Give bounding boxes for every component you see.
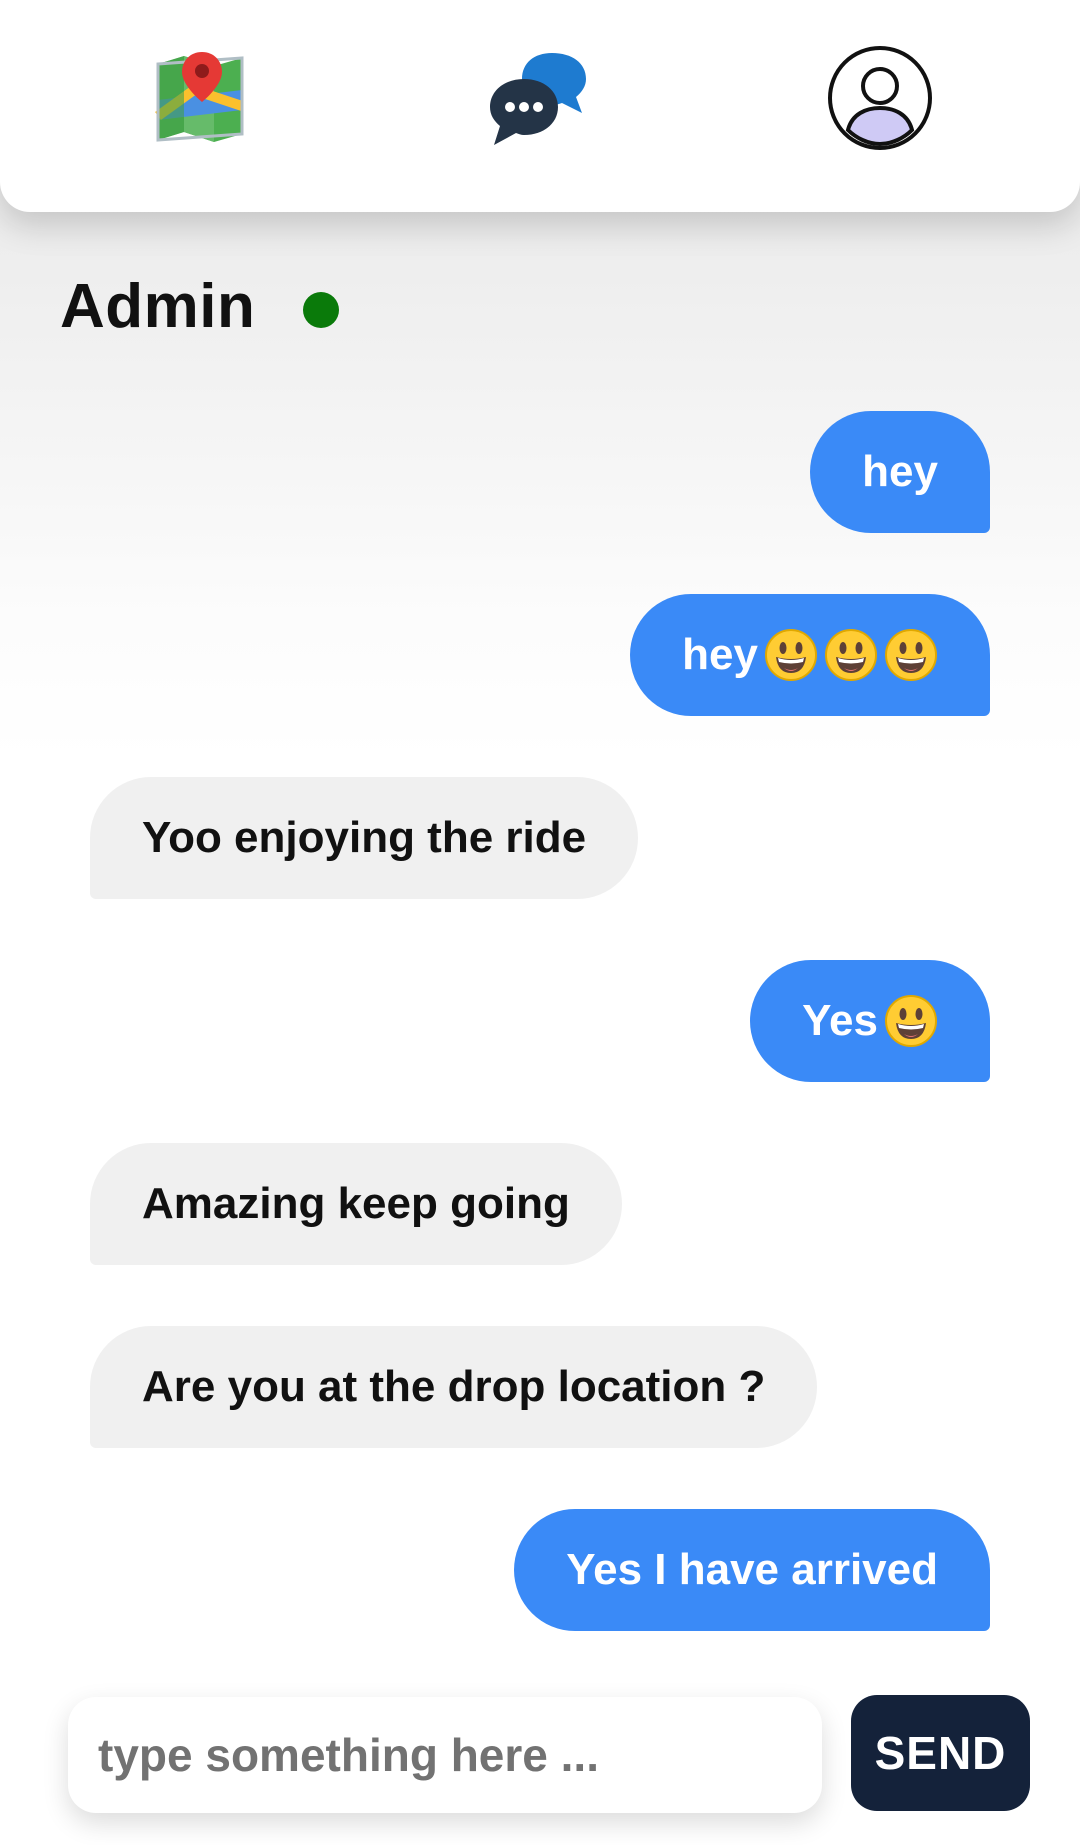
message-text: Yes xyxy=(802,996,878,1045)
message-bubble-sent: Yes I have arrived xyxy=(514,1509,990,1631)
send-button[interactable]: SEND xyxy=(851,1695,1030,1811)
grinning-face-emoji xyxy=(884,628,938,682)
message-text: hey xyxy=(862,447,938,496)
message-bubble-received: Are you at the drop location ? xyxy=(90,1326,818,1448)
chat-bubbles-icon[interactable] xyxy=(483,42,595,154)
message-bubble-received: Amazing keep going xyxy=(90,1143,622,1265)
message-text: Yes I have arrived xyxy=(566,1545,938,1594)
grinning-face-emoji xyxy=(824,628,878,682)
message-list: hey hey Yoo enjoying the ride Yes Amazin… xyxy=(0,0,1080,1845)
message-bubble-received: Yoo enjoying the ride xyxy=(90,777,639,899)
grinning-face-emoji xyxy=(764,628,818,682)
message-input[interactable] xyxy=(68,1697,822,1813)
message-text: hey xyxy=(682,630,758,679)
grinning-face-emoji xyxy=(884,994,938,1048)
profile-icon[interactable] xyxy=(824,42,936,154)
message-bubble-sent: Yes xyxy=(750,960,990,1082)
message-text: Amazing keep going xyxy=(142,1179,570,1228)
message-bubble-sent: hey xyxy=(810,411,990,533)
message-text: Are you at the drop location ? xyxy=(142,1362,766,1411)
map-icon[interactable] xyxy=(144,42,256,154)
top-nav-bar xyxy=(0,0,1080,212)
message-bubble-sent: hey xyxy=(630,594,990,716)
message-text: Yoo enjoying the ride xyxy=(142,813,587,862)
